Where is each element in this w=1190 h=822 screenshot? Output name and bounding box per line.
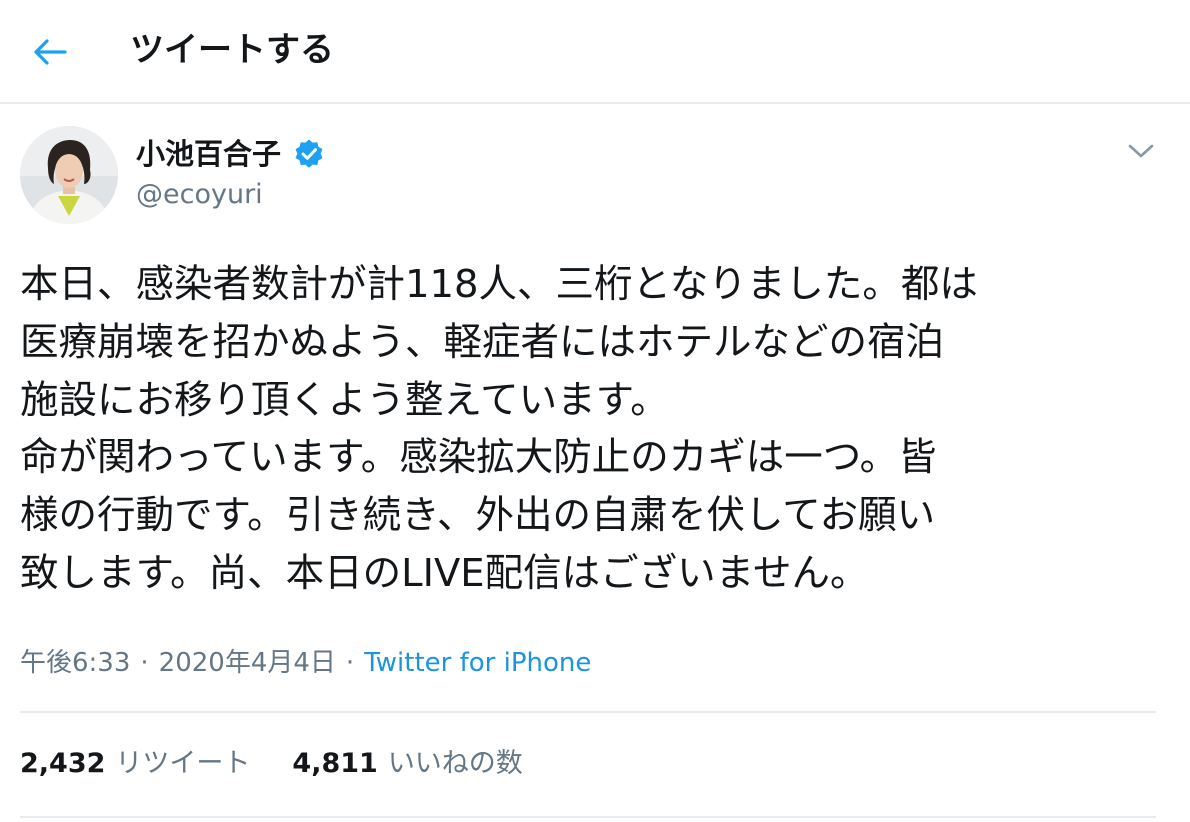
tweet-text-line: 本日、感染者数計が計118人、三桁となりました。都は bbox=[20, 262, 978, 307]
retweets-stat[interactable]: 2,432 リツイート bbox=[20, 744, 250, 784]
tweet-text: 本日、感染者数計が計118人、三桁となりました。都は 医療崩壊を招かぬよう、軽症… bbox=[20, 256, 1160, 603]
arrow-left-icon bbox=[34, 39, 67, 65]
back-button[interactable] bbox=[24, 26, 76, 78]
tweet-stats: 2,432 リツイート 4,811 いいねの数 bbox=[20, 744, 523, 784]
author-handle[interactable]: @ecoyuri bbox=[136, 177, 263, 213]
likes-stat[interactable]: 4,811 いいねの数 bbox=[292, 744, 522, 784]
likes-count: 4,811 bbox=[292, 748, 378, 779]
tweet-menu-button[interactable] bbox=[1121, 134, 1161, 168]
tweet-text-line: 医療崩壊を招かぬよう、軽症者にはホテルなどの宿泊 bbox=[20, 319, 945, 365]
tweet-text-line: 施設にお移り頂くよう整えています。 bbox=[20, 377, 669, 423]
page-title: ツイートする bbox=[130, 30, 334, 70]
retweets-label: リツイート bbox=[115, 748, 251, 779]
author-display-name[interactable]: 小池百合子 bbox=[136, 134, 281, 174]
retweets-count: 2,432 bbox=[20, 748, 106, 779]
avatar[interactable] bbox=[20, 126, 118, 224]
tweet-text-line: 致します。尚、本日のLIVE配信はございません。 bbox=[20, 550, 869, 596]
divider bbox=[20, 711, 1156, 713]
meta-separator: · bbox=[345, 648, 355, 678]
divider bbox=[20, 816, 1156, 818]
chevron-down-icon bbox=[1128, 144, 1154, 158]
tweet-text-line: 命が関わっています。感染拡大防止のカギは一つ。皆 bbox=[20, 435, 937, 481]
top-bar: ツイートする bbox=[0, 0, 1190, 104]
tweet-time[interactable]: 午後6:33 bbox=[20, 648, 130, 678]
tweet-date[interactable]: 2020年4月4日 bbox=[159, 648, 336, 678]
likes-label: いいねの数 bbox=[387, 748, 523, 779]
tweet-source-link[interactable]: Twitter for iPhone bbox=[364, 648, 591, 678]
verified-badge-icon bbox=[295, 139, 323, 168]
tweet-metadata: 午後6:33 · 2020年4月4日 · Twitter for iPhone bbox=[20, 644, 591, 682]
meta-separator: · bbox=[140, 648, 149, 678]
tweet-text-line: 様の行動です。引き続き、外出の自粛を伏してお願い bbox=[20, 493, 936, 539]
